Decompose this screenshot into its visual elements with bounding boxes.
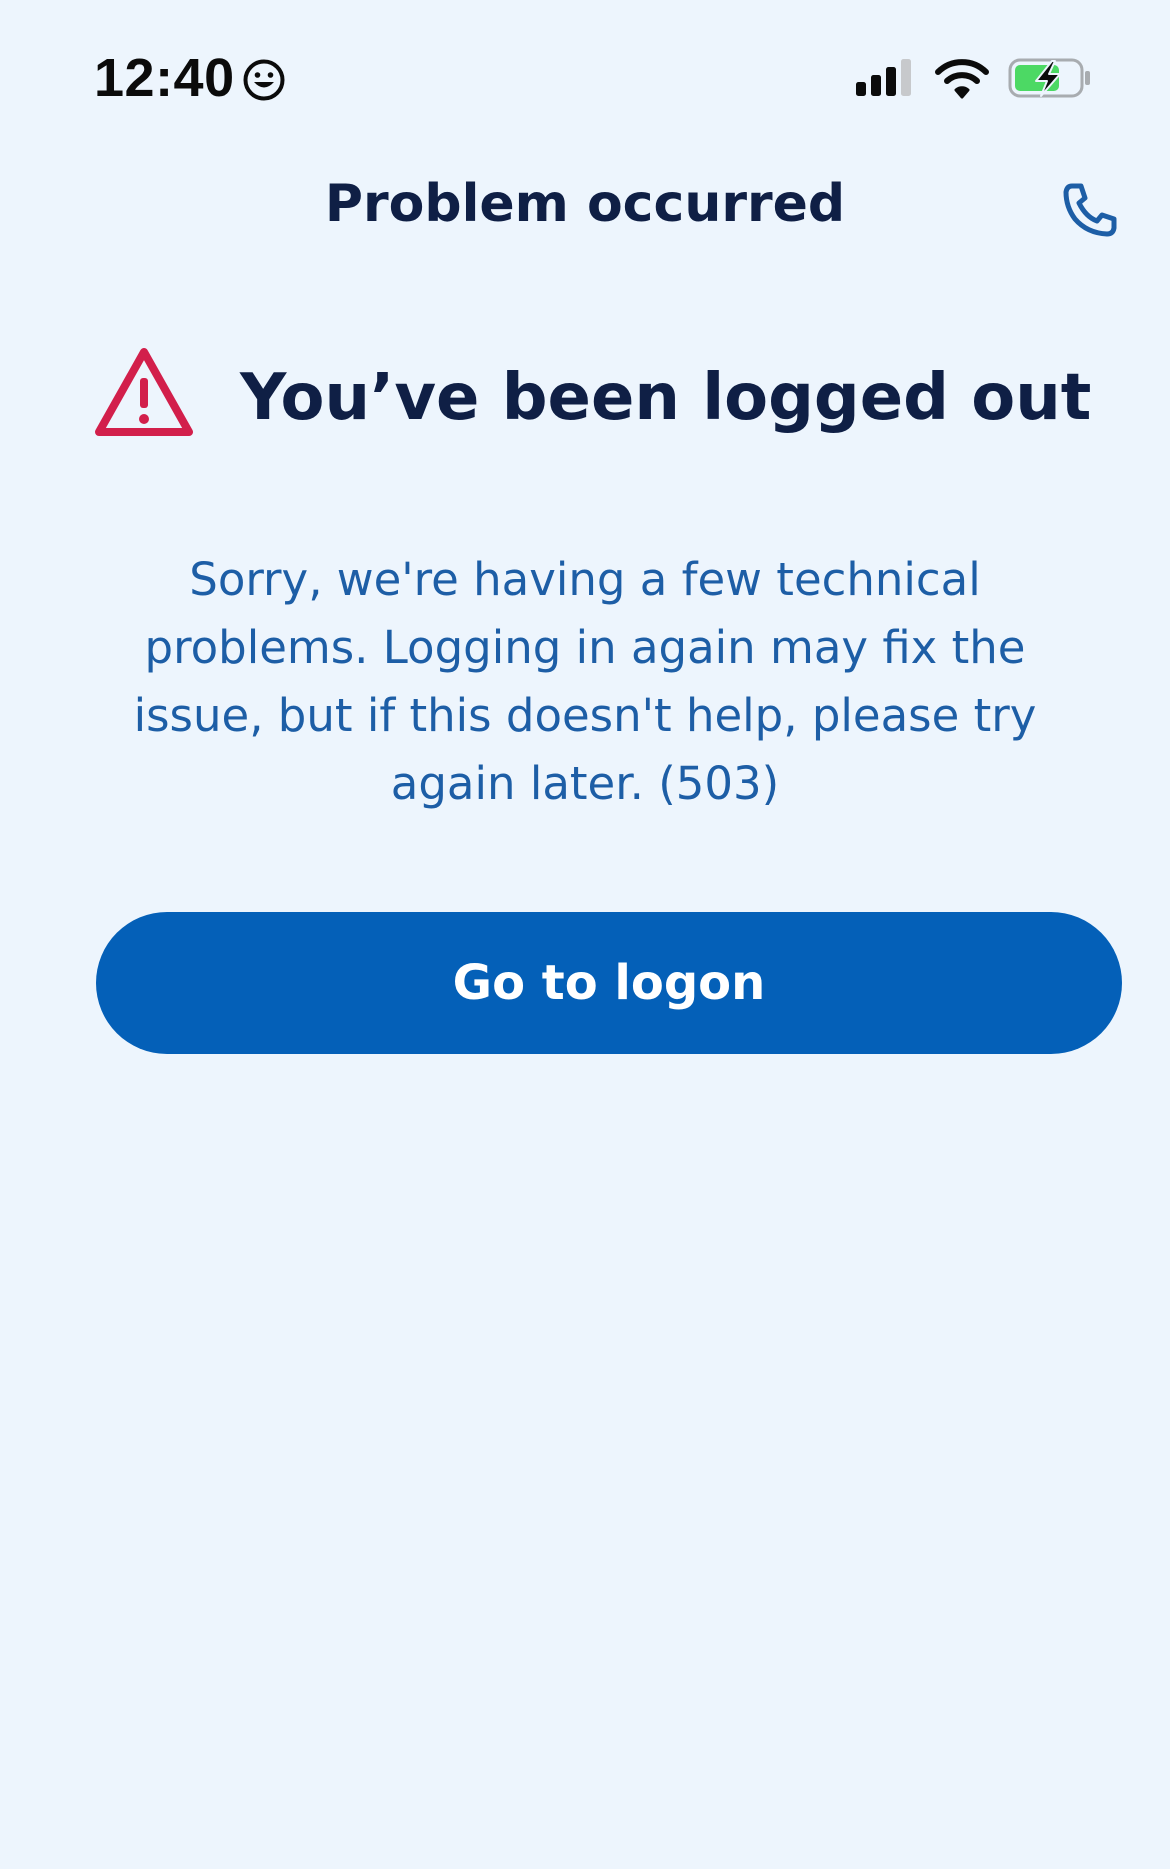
go-to-logon-button[interactable]: Go to logon: [96, 912, 1122, 1054]
wifi-icon: [935, 59, 989, 99]
page-title: Problem occurred: [324, 174, 846, 234]
status-time: 12:40: [94, 48, 235, 108]
status-bar: 12:40: [0, 0, 1170, 160]
smiley-icon: [243, 59, 285, 101]
call-button[interactable]: [1050, 170, 1130, 250]
warning-icon: [95, 348, 193, 436]
signal-icon: [856, 59, 911, 96]
logged-out-heading: You’ve been logged out: [240, 361, 1092, 435]
error-message: Sorry, we're having a few technical prob…: [133, 553, 1037, 810]
battery-charging-icon: [1008, 58, 1090, 98]
phone-icon: [1063, 183, 1117, 237]
